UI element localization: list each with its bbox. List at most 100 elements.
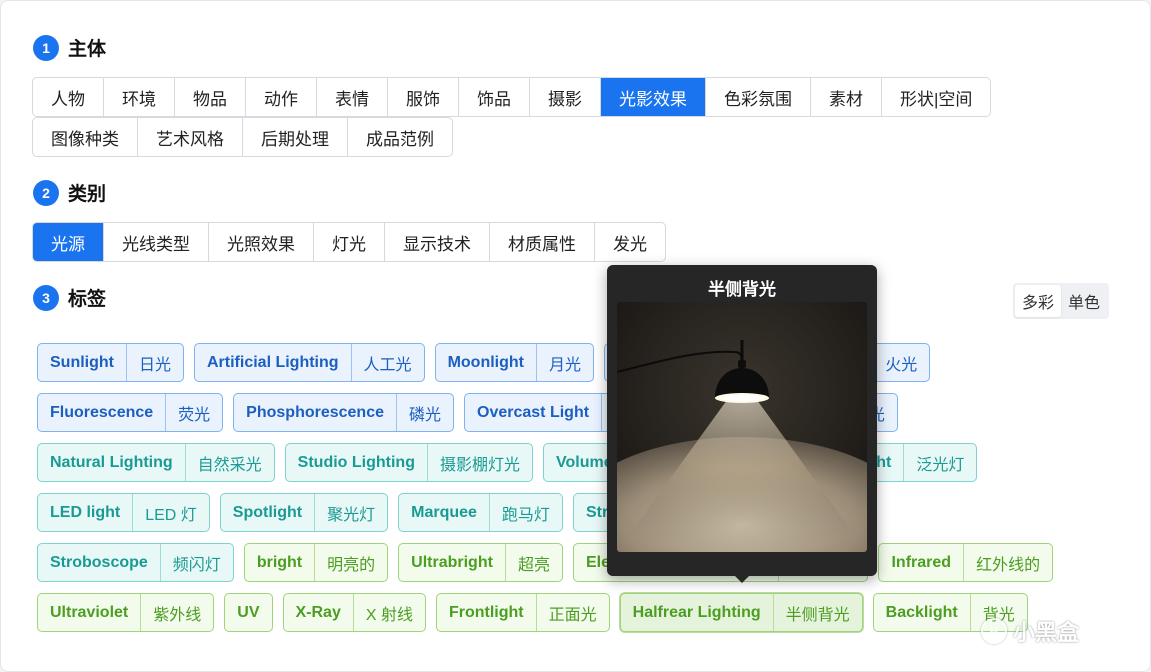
- subject-tab-row2-3[interactable]: 成品范例: [348, 118, 452, 156]
- tag-chinese-label: 月光: [548, 356, 581, 374]
- tag-chinese-label: 火光: [885, 356, 918, 374]
- tag-chip[interactable]: Moonlight 月光: [434, 343, 594, 382]
- category-tab-2[interactable]: 光照效果: [209, 223, 314, 261]
- tag-row: Fluorescence 荧光 Phosphorescence 磷光 Overcast …: [37, 393, 1117, 432]
- heybox-logo-icon: H: [981, 618, 1007, 644]
- tag-english-label: Natural Lighting: [38, 444, 186, 481]
- subject-tab-1[interactable]: 环境: [104, 78, 175, 116]
- tag-chip[interactable]: Marquee 跑马灯: [398, 493, 563, 532]
- tag-chinese-label: 超亮: [517, 556, 550, 574]
- step-title: 主体: [68, 39, 107, 60]
- subject-tab-8[interactable]: 光影效果: [601, 78, 706, 116]
- tag-chip[interactable]: Frontlight 正面光: [435, 593, 610, 632]
- subject-tabs-row2: 图像种类 艺术风格 后期处理 成品范例: [32, 117, 453, 157]
- step-1-header: 1 主体: [33, 34, 106, 61]
- subject-tab-0[interactable]: 人物: [33, 78, 104, 116]
- tag-english-label: Studio Lighting: [286, 444, 428, 481]
- pendant-lamp-image: [617, 302, 867, 552]
- tag-chip[interactable]: X-Ray X 射线: [282, 593, 426, 632]
- tag-chinese-label: 明亮的: [327, 556, 376, 574]
- tag-chip[interactable]: Natural Lighting 自然采光: [37, 443, 275, 482]
- tag-chip[interactable]: bright 明亮的: [243, 543, 389, 582]
- subject-tab-10[interactable]: 素材: [811, 78, 882, 116]
- site-watermark: H 小黑盒: [981, 615, 1079, 647]
- tag-chip[interactable]: Fluorescence 荧光: [37, 393, 224, 432]
- category-tab-4[interactable]: 显示技术: [385, 223, 490, 261]
- category-tab-0[interactable]: 光源: [33, 223, 104, 261]
- tag-chinese-label: 自然采光: [197, 456, 262, 474]
- tag-chip[interactable]: Spotlight 聚光灯: [219, 493, 389, 532]
- tag-chip[interactable]: Halfrear Lighting 半侧背光: [619, 593, 863, 632]
- subject-tab-row2-1[interactable]: 艺术风格: [138, 118, 243, 156]
- tooltip-title: 半侧背光: [708, 280, 776, 299]
- watermark-text: 小黑盒: [1013, 620, 1080, 645]
- tag-row: LED lightLED 灯Spotlight聚光灯Marquee跑马灯Stro…: [37, 493, 1117, 532]
- tag-chinese-label: LED 灯: [145, 506, 197, 524]
- category-tab-3[interactable]: 灯光: [314, 223, 385, 261]
- tag-english-label: Moonlight: [436, 344, 537, 381]
- category-tabs: 光源 光线类型 光照效果 灯光 显示技术 材质属性 发光: [32, 222, 666, 262]
- step-number: 3: [33, 284, 59, 311]
- tag-row: Sunlight 日光 Artificial Lighting 人工光 Moonligh…: [37, 343, 1117, 382]
- step-title: 标签: [68, 289, 107, 310]
- tag-chip[interactable]: Studio Lighting 摄影棚灯光: [284, 443, 533, 482]
- subject-tab-4[interactable]: 表情: [317, 78, 388, 116]
- tag-chip[interactable]: Artificial Lighting 人工光: [194, 343, 425, 382]
- tag-chinese-label: 正面光: [548, 606, 597, 624]
- subject-tab-row2-2[interactable]: 后期处理: [243, 118, 348, 156]
- subject-tab-7[interactable]: 摄影: [530, 78, 601, 116]
- subject-tab-3[interactable]: 动作: [246, 78, 317, 116]
- tag-chinese-label: 频闪灯: [172, 556, 221, 574]
- step-2-header: 2 类别: [33, 179, 106, 206]
- tag-chinese-label: 聚光灯: [327, 506, 376, 524]
- tag-chinese-label: 泛光灯: [916, 456, 965, 474]
- tag-english-label: Backlight: [874, 594, 971, 631]
- tag-english-label: Halfrear Lighting: [621, 594, 774, 631]
- step-number: 2: [33, 179, 59, 206]
- subject-tab-9[interactable]: 色彩氛围: [706, 78, 811, 116]
- tag-preview-tooltip: 半侧背光: [607, 265, 877, 583]
- tag-chip[interactable]: Stroboscope 频闪灯: [37, 543, 234, 582]
- subject-tab-6[interactable]: 饰品: [459, 78, 530, 116]
- subject-tabs: 人物 环境 物品 动作 表情 服饰 饰品 摄影 光影效果 色彩氛围 素材 形状|空间: [32, 77, 992, 117]
- tag-chinese-label: 紫外线: [153, 606, 202, 624]
- subject-tab-5[interactable]: 服饰: [388, 78, 459, 116]
- step-number: 1: [33, 34, 59, 61]
- tooltip-arrow: [735, 576, 749, 583]
- tag-chip[interactable]: LED light LED 灯: [37, 493, 210, 532]
- multicolor-option[interactable]: 多彩: [1015, 285, 1062, 317]
- preview-image: [617, 302, 867, 552]
- step-3-header: 3 标签: [33, 284, 106, 311]
- tag-english-label: UV: [237, 603, 260, 621]
- tag-chinese-label: 跑马灯: [501, 506, 550, 524]
- tag-english-label: Phosphorescence: [234, 394, 397, 431]
- category-tab-1[interactable]: 光线类型: [104, 223, 209, 261]
- tag-chinese-label: 半侧背光: [785, 606, 850, 624]
- tag-english-label: Ultraviolet: [38, 594, 142, 631]
- subject-tab-11[interactable]: 形状|空间: [882, 78, 990, 116]
- tag-english-label: Artificial Lighting: [195, 344, 352, 381]
- tag-chip[interactable]: Ultrabright 超亮: [398, 543, 563, 582]
- tag-chip[interactable]: Phosphorescence 磷光: [233, 393, 455, 432]
- step-title: 类别: [68, 184, 107, 205]
- subject-tab-2[interactable]: 物品: [175, 78, 246, 116]
- tag-chip[interactable]: Sunlight 日光: [37, 343, 184, 382]
- tag-chinese-label: 荧光: [178, 406, 211, 424]
- tag-row: Natural Lighting 自然采光 Studio Lighting 摄影棚灯光…: [37, 443, 1117, 482]
- tag-chip[interactable]: UV: [224, 593, 273, 632]
- tag-english-label: LED light: [38, 494, 134, 531]
- tag-chip[interactable]: Ultraviolet 紫外线: [37, 593, 215, 632]
- tag-chinese-label: 摄影棚灯光: [439, 456, 520, 474]
- monochrome-option[interactable]: 单色: [1061, 285, 1107, 317]
- tag-row: Stroboscope频闪灯bright明亮的Ultrabright超亮Elec…: [37, 543, 1117, 582]
- tag-chip[interactable]: Infrared 红外线的: [878, 543, 1054, 582]
- color-mode-toggle: 多彩 单色: [1013, 283, 1110, 319]
- tag-english-label: bright: [245, 544, 316, 581]
- tag-english-label: Frontlight: [437, 594, 537, 631]
- tag-chinese-label: 磷光: [409, 406, 442, 424]
- category-tab-6[interactable]: 发光: [595, 223, 665, 261]
- category-tab-5[interactable]: 材质属性: [490, 223, 595, 261]
- tag-list: Sunlight 日光 Artificial Lighting 人工光 Moonligh…: [37, 343, 1117, 643]
- subject-tab-row2-0[interactable]: 图像种类: [33, 118, 138, 156]
- tag-chinese-label: 红外线的: [976, 556, 1041, 574]
